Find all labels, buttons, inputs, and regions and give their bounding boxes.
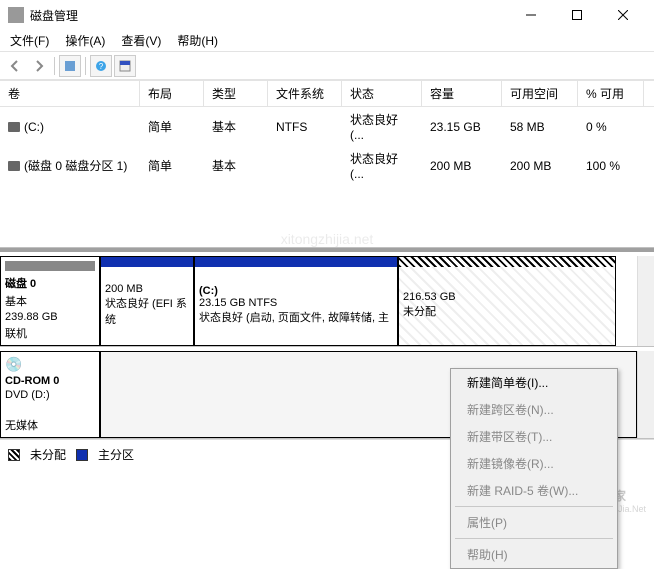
- cell-capacity: 23.15 GB: [422, 109, 502, 144]
- partition-stripe: [399, 257, 615, 267]
- toolbar-separator: [85, 57, 86, 75]
- volume-icon: [8, 122, 20, 132]
- legend-swatch-primary: [76, 449, 88, 461]
- col-layout[interactable]: 布局: [140, 81, 204, 106]
- volume-icon: [8, 161, 20, 171]
- cell-type: 基本: [204, 109, 268, 144]
- col-status[interactable]: 状态: [342, 81, 422, 106]
- col-fs[interactable]: 文件系统: [268, 81, 342, 106]
- partition[interactable]: (C:) 23.15 GB NTFS 状态良好 (启动, 页面文件, 故障转储,…: [194, 256, 398, 346]
- help-button[interactable]: ?: [90, 55, 112, 77]
- svg-text:?: ?: [99, 62, 104, 71]
- volume-row[interactable]: (磁盘 0 磁盘分区 1) 简单 基本 状态良好 (... 200 MB 200…: [0, 146, 654, 185]
- cell-free: 58 MB: [502, 109, 578, 144]
- col-free[interactable]: 可用空间: [502, 81, 578, 106]
- disk-kind: DVD (D:): [5, 389, 95, 401]
- menu-new-simple-volume[interactable]: 新建简单卷(I)...: [451, 369, 617, 396]
- disk-icon: [5, 261, 95, 271]
- partition-status: 状态良好 (启动, 页面文件, 故障转储, 主: [199, 309, 393, 325]
- menu-bar: 文件(F) 操作(A) 查看(V) 帮助(H): [0, 30, 654, 52]
- disk-size: 239.88 GB: [5, 311, 95, 323]
- refresh-button[interactable]: [59, 55, 81, 77]
- maximize-button[interactable]: [554, 0, 600, 30]
- cell-layout: 简单: [140, 109, 204, 144]
- disk-header[interactable]: 磁盘 0 基本 239.88 GB 联机: [0, 256, 100, 346]
- cell-pct: 0 %: [578, 109, 644, 144]
- partition-stripe: [101, 257, 193, 267]
- disk-header[interactable]: 💿 CD-ROM 0 DVD (D:) 无媒体: [0, 351, 100, 438]
- window-title: 磁盘管理: [30, 7, 508, 24]
- back-button[interactable]: [4, 55, 26, 77]
- partition-size: 216.53 GB: [403, 291, 611, 303]
- cell-status: 状态良好 (...: [342, 148, 422, 183]
- title-bar: 磁盘管理: [0, 0, 654, 30]
- menu-action[interactable]: 操作(A): [59, 30, 111, 51]
- col-type[interactable]: 类型: [204, 81, 268, 106]
- partition-size: 23.15 GB NTFS: [199, 297, 393, 309]
- disk-state: 无媒体: [5, 417, 95, 433]
- cell-status: 状态良好 (...: [342, 109, 422, 144]
- cell-pct: 100 %: [578, 148, 644, 183]
- menu-help[interactable]: 帮助(H): [171, 30, 224, 51]
- toolbar-separator: [54, 57, 55, 75]
- close-button[interactable]: [600, 0, 646, 30]
- partition[interactable]: 200 MB 状态良好 (EFI 系统: [100, 256, 194, 346]
- minimize-button[interactable]: [508, 0, 554, 30]
- partition-status: 未分配: [403, 303, 611, 319]
- menu-separator: [455, 506, 613, 507]
- forward-button[interactable]: [28, 55, 50, 77]
- vertical-scrollbar[interactable]: [637, 351, 654, 438]
- options-button[interactable]: [114, 55, 136, 77]
- disk-row: 磁盘 0 基本 239.88 GB 联机 200 MB 状态良好 (EFI 系统…: [0, 256, 654, 347]
- partition-status: 状态良好 (EFI 系统: [105, 295, 189, 327]
- cell-capacity: 200 MB: [422, 148, 502, 183]
- legend-label-unallocated: 未分配: [30, 446, 66, 463]
- volume-name: (C:): [24, 120, 44, 134]
- cell-type: 基本: [204, 148, 268, 183]
- legend-swatch-unallocated: [8, 449, 20, 461]
- col-volume[interactable]: 卷: [0, 81, 140, 106]
- menu-new-striped-volume[interactable]: 新建带区卷(T)...: [451, 423, 617, 450]
- disk-state: 联机: [5, 325, 95, 341]
- toolbar: ?: [0, 52, 654, 80]
- cell-layout: 简单: [140, 148, 204, 183]
- menu-new-mirrored-volume[interactable]: 新建镜像卷(R)...: [451, 450, 617, 477]
- menu-help[interactable]: 帮助(H): [451, 541, 617, 568]
- col-capacity[interactable]: 容量: [422, 81, 502, 106]
- disk-label: CD-ROM 0: [5, 375, 95, 387]
- volume-rows: (C:) 简单 基本 NTFS 状态良好 (... 23.15 GB 58 MB…: [0, 107, 654, 247]
- menu-file[interactable]: 文件(F): [4, 30, 55, 51]
- cdrom-icon: 💿: [5, 356, 95, 373]
- disk-label: 磁盘 0: [5, 275, 95, 291]
- disk-kind: 基本: [5, 293, 95, 309]
- volume-list: 卷 布局 类型 文件系统 状态 容量 可用空间 % 可用 (C:) 简单 基本 …: [0, 80, 654, 248]
- cell-fs: NTFS: [268, 109, 342, 144]
- disk-partitions: 200 MB 状态良好 (EFI 系统 (C:) 23.15 GB NTFS 状…: [100, 256, 637, 346]
- menu-new-spanned-volume[interactable]: 新建跨区卷(N)...: [451, 396, 617, 423]
- col-pct[interactable]: % 可用: [578, 81, 644, 106]
- menu-properties[interactable]: 属性(P): [451, 509, 617, 536]
- volume-name: (磁盘 0 磁盘分区 1): [24, 157, 127, 174]
- volume-list-header: 卷 布局 类型 文件系统 状态 容量 可用空间 % 可用: [0, 80, 654, 107]
- vertical-scrollbar[interactable]: [637, 256, 654, 346]
- context-menu: 新建简单卷(I)... 新建跨区卷(N)... 新建带区卷(T)... 新建镜像…: [450, 368, 618, 569]
- legend-label-primary: 主分区: [98, 446, 134, 463]
- partition-stripe: [195, 257, 397, 267]
- partition-size: 200 MB: [105, 283, 189, 295]
- volume-row[interactable]: (C:) 简单 基本 NTFS 状态良好 (... 23.15 GB 58 MB…: [0, 107, 654, 146]
- app-icon: [8, 7, 24, 23]
- window-controls: [508, 0, 646, 30]
- menu-new-raid5-volume[interactable]: 新建 RAID-5 卷(W)...: [451, 477, 617, 504]
- cell-fs: [268, 148, 342, 183]
- cell-free: 200 MB: [502, 148, 578, 183]
- menu-view[interactable]: 查看(V): [115, 30, 167, 51]
- menu-separator: [455, 538, 613, 539]
- partition-title: (C:): [199, 285, 218, 297]
- partition-unallocated[interactable]: 216.53 GB 未分配: [398, 256, 616, 346]
